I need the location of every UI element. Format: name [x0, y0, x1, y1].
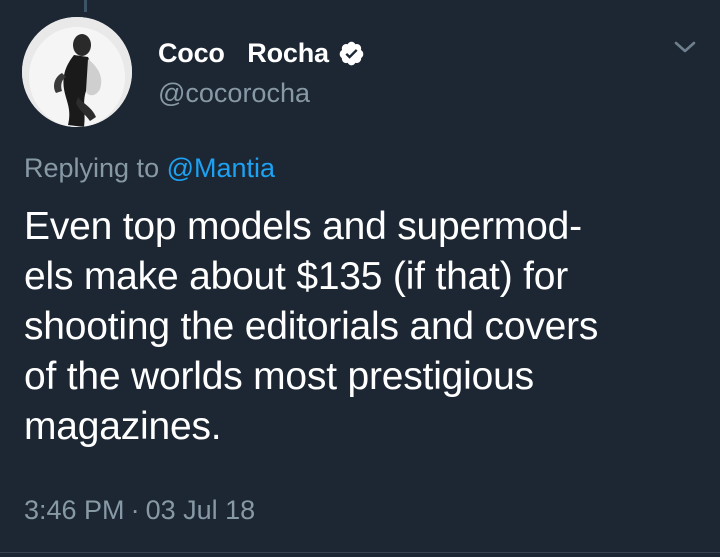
tweet-text-line: magazines.	[24, 405, 222, 448]
tweet-text: Even top models and supermod- els make a…	[24, 202, 714, 452]
author-display-name[interactable]: Coco Rocha	[158, 38, 329, 69]
avatar[interactable]	[22, 17, 132, 127]
tweet-text-line: shooting the editorials and covers	[24, 305, 599, 348]
tweet-text-line: els make about $135 (if that) for	[24, 255, 569, 298]
tweet-timestamp[interactable]: 3:46 PM · 03 Jul 18	[24, 495, 255, 526]
avatar-photo	[22, 17, 132, 127]
replying-to: Replying to @Mantia	[24, 153, 275, 184]
thread-connector-line	[84, 0, 87, 12]
tweet-text-line: Even top models and supermod-	[24, 205, 582, 248]
author-handle[interactable]: @cocorocha	[158, 78, 310, 109]
tweet-text-line: of the worlds most prestigious	[24, 355, 534, 398]
verified-badge-icon	[339, 41, 364, 65]
replying-to-prefix: Replying to	[24, 153, 160, 183]
author-name-row[interactable]: Coco Rocha	[158, 34, 365, 72]
tweet-date: 03 Jul 18	[145, 495, 256, 525]
tweet-time: 3:46 PM	[24, 495, 125, 525]
tweet-card: Coco Rocha @cocorocha Replying to @Manti…	[0, 0, 720, 557]
timestamp-separator: ·	[130, 495, 140, 525]
bottom-divider	[0, 552, 720, 553]
reply-mention-link[interactable]: @Mantia	[167, 153, 275, 183]
chevron-down-icon[interactable]	[672, 36, 698, 58]
